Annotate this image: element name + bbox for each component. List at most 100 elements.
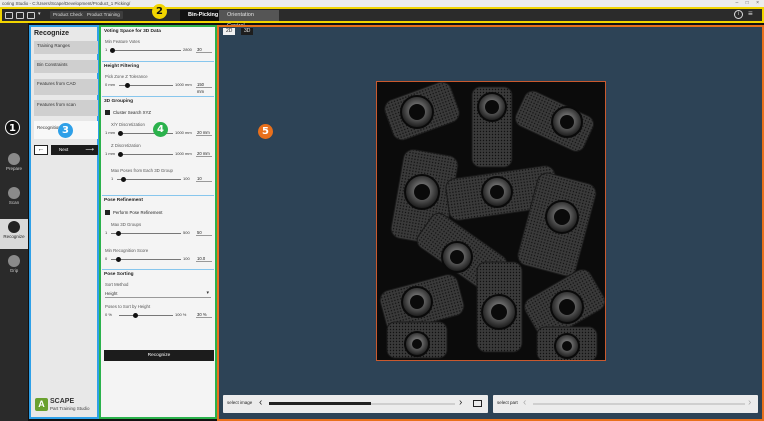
save-icon[interactable] <box>27 12 35 19</box>
top-toolbar: ▾ Product Check Product Training Bin-Pic… <box>0 4 764 29</box>
recognition-settings-panel: Voting Space for 3D Data Min Feature Vot… <box>99 25 217 419</box>
max-3d-groups-label: Max 3D Groups <box>111 222 142 227</box>
max-3d-groups-slider-min: 1 <box>105 230 108 235</box>
max-poses-slider-value-field[interactable]: 10 <box>196 175 212 182</box>
step-features-from-scan[interactable]: Features from scan <box>34 100 98 116</box>
min-feature-votes-slider-min: 1 <box>105 47 108 52</box>
window-title: coring Studio - C:/Users/Scape/Developme… <box>2 1 131 6</box>
folder-icon[interactable] <box>473 400 482 407</box>
max-3d-groups-slider-track[interactable] <box>111 233 181 234</box>
select-part-bar: select part ‹ › <box>493 395 758 413</box>
next-part-arrow-icon[interactable]: › <box>748 397 751 409</box>
next-image-arrow-icon[interactable]: › <box>459 397 462 409</box>
pick-zone-slider-min: 0 mm <box>105 82 115 87</box>
z-discretization-slider-handle[interactable] <box>118 152 124 157</box>
sort-by-height-label: Poses to Sort by Height <box>105 304 151 309</box>
xy-discretization-slider-handle[interactable] <box>118 131 124 136</box>
recognize-button[interactable]: Recognize <box>104 350 214 361</box>
info-icon[interactable]: i <box>734 10 743 19</box>
recognize-steps-panel: Recognize Training Ranges Bin Constraint… <box>29 25 99 419</box>
panel-title: Recognize <box>34 30 70 37</box>
prepare-icon <box>8 153 20 165</box>
tab-3d[interactable]: 3D <box>241 28 254 35</box>
back-button[interactable]: ← <box>34 145 48 155</box>
grip-icon <box>8 255 20 267</box>
sort-by-height-slider-handle[interactable] <box>133 313 139 318</box>
cluster-search-checkbox[interactable] <box>105 110 110 115</box>
section-divider <box>102 96 214 97</box>
max-3d-groups-slider-handle[interactable] <box>116 231 121 236</box>
product-training-chip[interactable]: Product Training <box>84 11 123 19</box>
window-controls[interactable]: – □ × <box>736 0 763 7</box>
pick-zone-slider-max: 1000 mm <box>175 82 192 87</box>
sort-by-height-slider-value-field[interactable]: 30 % <box>196 311 212 318</box>
step-bin-constraints[interactable]: Bin Constraints <box>34 60 98 73</box>
prev-image-arrow-icon[interactable]: ‹ <box>259 397 262 409</box>
min-recognition-score-slider-handle[interactable] <box>116 257 121 262</box>
sort-by-height-slider-max: 100 % <box>175 312 187 317</box>
sort-by-height-slider-track[interactable] <box>119 315 173 316</box>
tab-orientation-control[interactable]: Orientation Control <box>219 10 279 29</box>
z-discretization-label: Z Discretization <box>111 143 141 148</box>
min-recognition-score-slider-max: 100 <box>183 256 190 261</box>
rail-item-grip[interactable]: Grip <box>0 253 28 283</box>
select-part-label: select part <box>497 400 518 405</box>
xy-discretization-slider-value-field[interactable]: 20 mm <box>196 129 212 136</box>
min-feature-votes-label: Min Feature Votes <box>105 39 140 44</box>
bin-image[interactable] <box>376 81 606 361</box>
xy-discretization-slider-min: 1 mm <box>105 130 115 135</box>
z-discretization-slider-value-field[interactable]: 20 mm <box>196 150 212 157</box>
next-button[interactable]: Next ⟶ <box>51 145 98 155</box>
cluster-search-label: Cluster Search XYZ <box>113 110 151 115</box>
max-3d-groups-slider-max: 500 <box>183 230 190 235</box>
menu-icon[interactable]: ≡ <box>748 9 753 18</box>
open-folder-icon[interactable] <box>16 12 24 19</box>
pick-zone-slider-handle[interactable] <box>125 83 131 88</box>
section-3d-grouping: 3D Grouping <box>104 99 134 104</box>
section-divider <box>102 195 214 196</box>
min-feature-votes-slider-max: 2800 <box>183 47 192 52</box>
sort-method-select[interactable]: Height ▾ <box>105 289 211 298</box>
xy-discretization-label: X/Y Discretization <box>111 122 145 127</box>
max-poses-slider-handle[interactable] <box>120 177 126 182</box>
marker-1: 1 <box>5 120 20 135</box>
product-check-chip[interactable]: Product Check <box>50 11 86 19</box>
marker-4: 4 <box>153 122 168 137</box>
marker-2: 2 <box>152 4 167 19</box>
step-navigation: ← Next ⟶ <box>34 145 98 155</box>
step-training-ranges[interactable]: Training Ranges <box>34 41 98 54</box>
sort-method-label: Sort Method <box>105 282 129 287</box>
pick-zone-slider-value-field[interactable]: 150 mm <box>196 81 212 94</box>
min-recognition-score-slider-track[interactable] <box>111 259 181 260</box>
max-poses-slider-track[interactable] <box>117 179 181 180</box>
rail-item-scan[interactable]: Scan <box>0 185 28 215</box>
max-poses-label: Max Poses from Each 3D Group <box>111 168 173 173</box>
max-3d-groups-slider-value-field[interactable]: 50 <box>196 229 212 236</box>
pick-zone-label: Pick Zone Z Tolerance <box>105 74 148 79</box>
part-scrubber-track[interactable] <box>533 403 745 405</box>
image-viewer: 2D 3D 5 select image ‹ › select part ‹ › <box>217 25 764 421</box>
min-recognition-score-label: Min Recognition Score <box>105 248 149 253</box>
perform-refinement-checkbox[interactable] <box>105 210 110 215</box>
scape-logo-mark: A <box>35 398 48 411</box>
recognize-icon <box>8 221 20 233</box>
min-recognition-score-slider-min: 0 <box>105 256 108 261</box>
prev-part-arrow-icon[interactable]: ‹ <box>523 397 526 409</box>
max-poses-slider-min: 1 <box>111 176 114 181</box>
rail-item-prepare[interactable]: Prepare <box>0 151 28 181</box>
new-file-icon[interactable] <box>5 12 13 19</box>
marker-5: 5 <box>258 124 273 139</box>
min-recognition-score-slider-value-field[interactable]: 10.0 <box>196 255 212 262</box>
marker-3: 3 <box>58 123 73 138</box>
min-feature-votes-slider-value-field[interactable]: 30 <box>196 46 212 53</box>
dropdown-chevron-icon[interactable]: ▾ <box>38 11 41 17</box>
step-features-from-cad[interactable]: Features from CAD <box>34 79 98 95</box>
min-feature-votes-slider-track[interactable] <box>111 50 181 51</box>
min-feature-votes-slider-handle[interactable] <box>110 48 116 53</box>
rail-item-recognize[interactable]: Recognize <box>0 219 28 249</box>
select-image-label: select image <box>227 400 253 405</box>
tab-2d[interactable]: 2D <box>223 28 236 35</box>
z-discretization-slider-track[interactable] <box>119 154 173 155</box>
section-pose-refinement: Pose Refinement <box>104 198 143 203</box>
section-voting-space: Voting Space for 3D Data <box>104 29 161 34</box>
